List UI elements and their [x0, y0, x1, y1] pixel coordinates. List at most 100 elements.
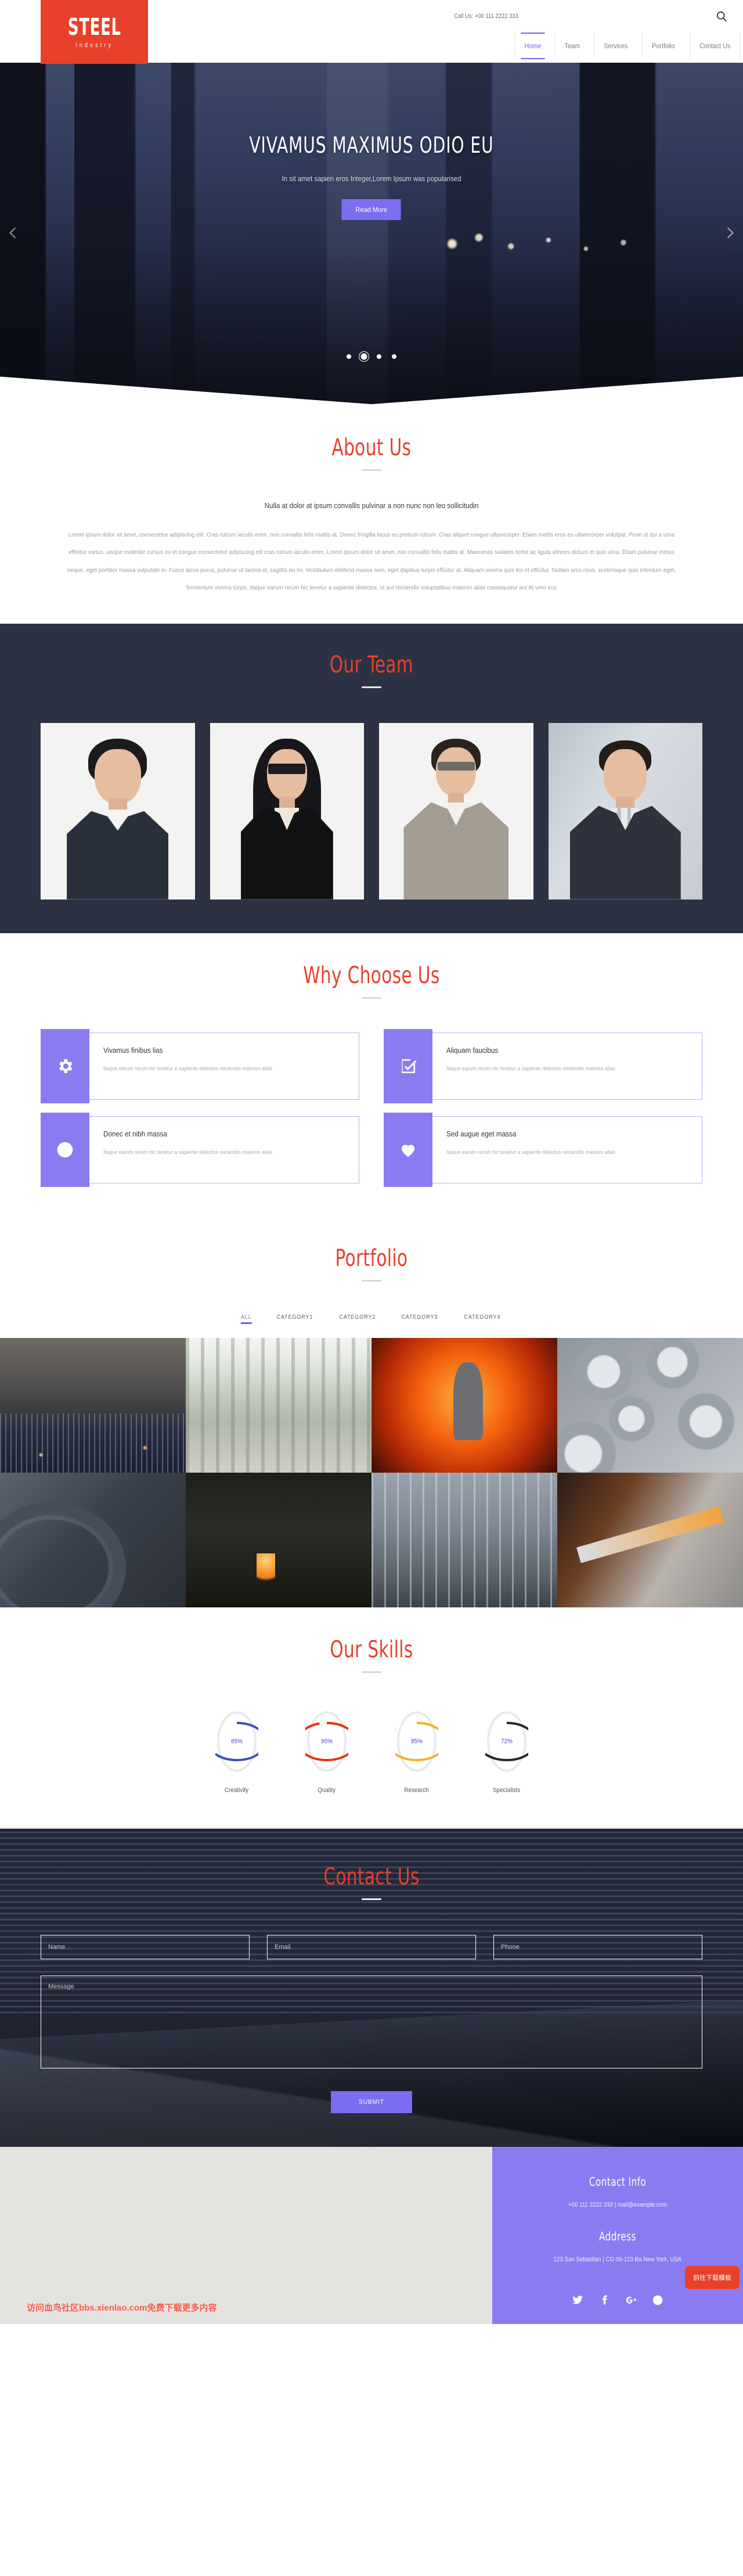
dribbble-icon[interactable] [652, 2294, 663, 2309]
team-member-3[interactable] [379, 722, 533, 900]
contact-title-rule [362, 1898, 381, 1900]
skill-creativity: 65% Creativity [192, 1709, 282, 1794]
hero-subtitle: In sit amet sapien eros Integer,Lorem Ip… [282, 174, 461, 183]
address-heading: Address [599, 2229, 636, 2243]
why-card-3[interactable]: Donec et nibh massa Itaque earum rerum h… [41, 1112, 359, 1187]
why-card-3-heading: Donec et nibh massa [103, 1129, 167, 1138]
portfolio-filter-category3[interactable]: CATEGORY3 [402, 1314, 438, 1324]
hero-dot-1[interactable] [347, 354, 351, 359]
skill-quality: 95% Quality [282, 1709, 372, 1794]
portfolio-item-molten-metal-pour[interactable] [557, 1472, 743, 1607]
avatar [548, 722, 702, 900]
contact-info-heading: Contact Info [589, 2174, 647, 2189]
portfolio-filter-category4[interactable]: CATEGORY4 [464, 1314, 501, 1324]
watermark-text: 访问血鸟社区bbs.xienlao.com免费下载更多内容 [27, 2302, 217, 2313]
skill-research-ring: 85% [395, 1709, 438, 1774]
twitter-icon[interactable] [572, 2294, 583, 2309]
name-field[interactable] [41, 1934, 250, 1959]
skill-quality-label: Quality [318, 1786, 336, 1794]
google-plus-icon[interactable] [625, 2294, 637, 2309]
nav-item-team[interactable]: Team [554, 33, 590, 59]
portfolio-filter-all[interactable]: ALL [241, 1314, 252, 1324]
nav-item-services[interactable]: Services [593, 33, 637, 59]
skill-specialists-value: 72% [500, 1737, 513, 1745]
hero-dot-3[interactable] [377, 354, 381, 359]
why-card-1[interactable]: Vivamus finibus lias Itaque earum rerum … [41, 1028, 359, 1103]
portfolio-item-factory-assembly-line[interactable] [186, 1337, 372, 1473]
team-title: Our Team [329, 651, 414, 678]
skill-research-label: Research [404, 1786, 429, 1794]
nav-item-contact-us[interactable]: Contact Us [689, 33, 741, 59]
hero-content: VIVAMUS MAXIMUS ODIO EU In sit amet sapi… [0, 132, 743, 220]
portfolio-item-plant-walkway-workers[interactable] [372, 1472, 557, 1607]
team-member-1[interactable] [41, 722, 195, 900]
why-card-2[interactable]: Aliquam faucibus Itaque earum rerum hic … [384, 1028, 702, 1103]
download-template-badge[interactable]: 前往下载模板 [685, 2265, 740, 2289]
why-card-4-text: Itaque earum rerum hic tenetur a sapient… [446, 1149, 616, 1156]
portfolio-item-foundry-ladle-flame[interactable] [186, 1472, 372, 1607]
site-footer: 访问血鸟社区bbs.xienlao.com免费下载更多内容 Contact In… [0, 2146, 743, 2324]
team-title-rule [362, 686, 381, 688]
contact-info-line: +00 111 2222 333 | mail@example.com [568, 2201, 667, 2208]
submit-row: SUBMIT [41, 2091, 702, 2113]
portfolio-item-worker-at-furnace[interactable] [372, 1337, 557, 1473]
skills-grid: 65% Creativity 95% Quality 85% Research … [192, 1709, 551, 1794]
facebook-icon[interactable] [598, 2294, 610, 2309]
skill-quality-ring: 95% [305, 1709, 348, 1774]
call-us-text: Call Us: +00 111 2222 333 [454, 13, 518, 20]
team-member-2[interactable] [210, 722, 364, 900]
contact-form-row [41, 1934, 702, 1959]
nav-item-portfolio[interactable]: Portfolio [641, 33, 684, 59]
about-title-rule [362, 469, 381, 471]
gear-icon [41, 1028, 89, 1103]
skills-section: Our Skills 65% Creativity 95% Quality 85… [0, 1607, 743, 1829]
nav-item-home[interactable]: Home [514, 33, 551, 59]
chevron-left-icon[interactable] [6, 225, 21, 240]
portfolio-item-refinery-at-dusk[interactable] [0, 1337, 186, 1473]
why-card-3-body: Donec et nibh massa Itaque earum rerum h… [89, 1116, 359, 1183]
message-field[interactable] [41, 1975, 702, 2068]
avatar [379, 722, 533, 900]
site-logo[interactable]: STEEL Industry [41, 0, 148, 64]
hero-slider-dots [0, 351, 743, 362]
hero-dot-2[interactable] [359, 351, 369, 362]
about-section: About Us Nulla at dolor at ipsum convall… [0, 404, 743, 624]
submit-button[interactable]: SUBMIT [331, 2091, 412, 2113]
why-title: Why Choose Us [303, 962, 440, 989]
about-body-text: Lorem ipsum dolor sit amet, consectetur … [67, 531, 676, 592]
about-lead-text: Nulla at dolor at ipsum convallis pulvin… [264, 501, 479, 510]
portfolio-item-gears-and-flywheel[interactable] [0, 1472, 186, 1607]
team-member-4[interactable] [548, 722, 702, 900]
skill-specialists-ring: 72% [485, 1709, 528, 1774]
portfolio-filter-category2[interactable]: CATEGORY2 [339, 1314, 376, 1324]
chevron-right-icon[interactable] [722, 225, 737, 240]
team-grid [41, 722, 702, 900]
why-card-1-body: Vivamus finibus lias Itaque earum rerum … [89, 1032, 359, 1100]
why-choose-us-section: Why Choose Us Vivamus finibus lias Itaqu… [0, 933, 743, 1216]
search-icon[interactable] [715, 10, 728, 23]
avatar [41, 722, 195, 900]
address-line: 123 San Sebastian | CG 09-123 Ba New Yor… [553, 2255, 682, 2263]
portfolio-section: Portfolio ALL CATEGORY1 CATEGORY2 CATEGO… [0, 1215, 743, 1607]
why-card-1-text: Itaque earum rerum hic tenetur a sapient… [103, 1065, 273, 1072]
portfolio-filters: ALL CATEGORY1 CATEGORY2 CATEGORY3 CATEGO… [0, 1314, 743, 1338]
portfolio-filter-category1[interactable]: CATEGORY1 [276, 1314, 313, 1324]
check-square-icon [384, 1028, 432, 1103]
footer-map[interactable]: 访问血鸟社区bbs.xienlao.com免费下载更多内容 [0, 2146, 492, 2324]
hero-dot-4[interactable] [392, 354, 396, 359]
site-header: STEEL Industry Call Us: +00 111 2222 333… [0, 0, 743, 64]
portfolio-item-steel-nuts-pile[interactable] [557, 1337, 743, 1473]
why-card-3-text: Itaque earum rerum hic tenetur a sapient… [103, 1149, 273, 1156]
why-card-4[interactable]: Sed augue eget massa Itaque earum rerum … [384, 1112, 702, 1187]
why-card-2-body: Aliquam faucibus Itaque earum rerum hic … [432, 1032, 702, 1100]
skill-creativity-ring: 65% [215, 1709, 258, 1774]
skill-specialists-label: Specialists [492, 1786, 521, 1794]
email-field[interactable] [267, 1934, 476, 1959]
skill-research: 85% Research [372, 1709, 461, 1794]
read-more-button[interactable]: Read More [341, 199, 402, 220]
skills-title-rule [362, 1671, 381, 1673]
phone-field[interactable] [493, 1934, 702, 1959]
team-section: Our Team [0, 623, 743, 933]
hero-lights-decor [431, 219, 699, 281]
about-title: About Us [331, 434, 412, 461]
